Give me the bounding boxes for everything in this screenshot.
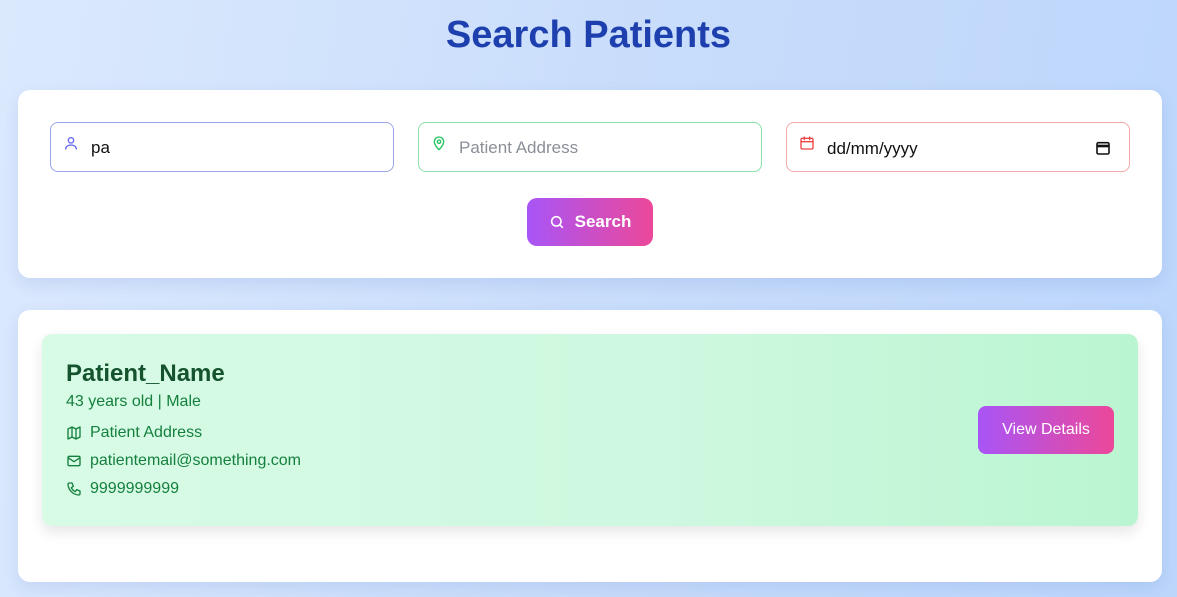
- mail-icon: [67, 455, 81, 467]
- results-panel: Patient_Name 43 years old | Male Patient…: [18, 310, 1162, 582]
- patient-phone-row: 9999999999: [66, 479, 179, 499]
- patient-address-field[interactable]: [418, 122, 762, 172]
- map-icon: [67, 426, 81, 440]
- patient-phone: 9999999999: [90, 480, 179, 497]
- patient-card: Patient_Name 43 years old | Male Patient…: [42, 334, 1138, 526]
- patient-email: patientemail@something.com: [90, 452, 302, 469]
- date-picker-icon[interactable]: [1095, 140, 1111, 156]
- phone-icon: [67, 482, 81, 496]
- patient-address-row: Patient Address: [66, 423, 202, 443]
- search-icon: [550, 215, 563, 229]
- search-panel: dd/mm/yyyy Search: [18, 90, 1162, 278]
- search-button-label: Search: [574, 212, 632, 231]
- map-pin-icon: [431, 135, 447, 151]
- search-button[interactable]: Search: [527, 198, 653, 246]
- view-details-button[interactable]: View Details: [978, 406, 1114, 454]
- patient-email-row: patientemail@something.com: [66, 451, 301, 471]
- user-icon: [63, 135, 79, 151]
- patient-address-input[interactable]: [459, 135, 749, 161]
- patient-name-field[interactable]: [50, 122, 394, 172]
- patient-name-input[interactable]: [91, 135, 381, 161]
- patient-name: Patient_Name: [66, 360, 225, 387]
- page-title: Search Patients: [445, 14, 732, 56]
- patient-age-gender: 43 years old | Male: [66, 393, 201, 410]
- date-input[interactable]: dd/mm/yyyy: [827, 139, 918, 159]
- patient-address: Patient Address: [90, 424, 203, 441]
- date-field[interactable]: dd/mm/yyyy: [786, 122, 1130, 172]
- calendar-icon: [799, 135, 815, 151]
